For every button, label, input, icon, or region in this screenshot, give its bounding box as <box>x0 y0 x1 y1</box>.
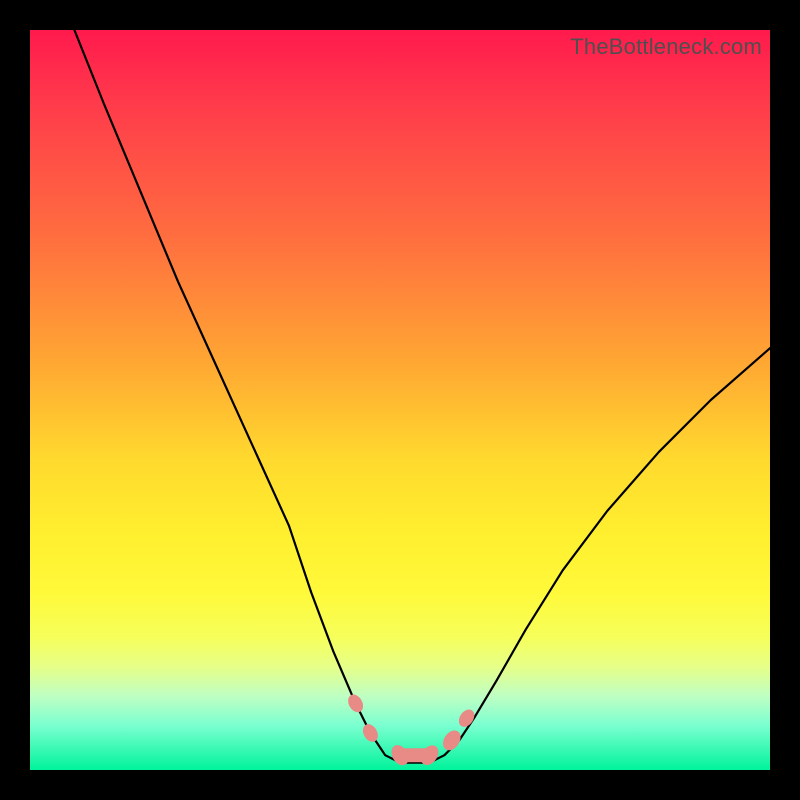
watermark-text: TheBottleneck.com <box>570 34 762 60</box>
highlight-markers <box>345 692 477 769</box>
bottleneck-curve <box>30 30 770 770</box>
curve-line <box>74 30 770 763</box>
chart-plot-area: TheBottleneck.com <box>30 30 770 770</box>
chart-frame: TheBottleneck.com <box>0 0 800 800</box>
